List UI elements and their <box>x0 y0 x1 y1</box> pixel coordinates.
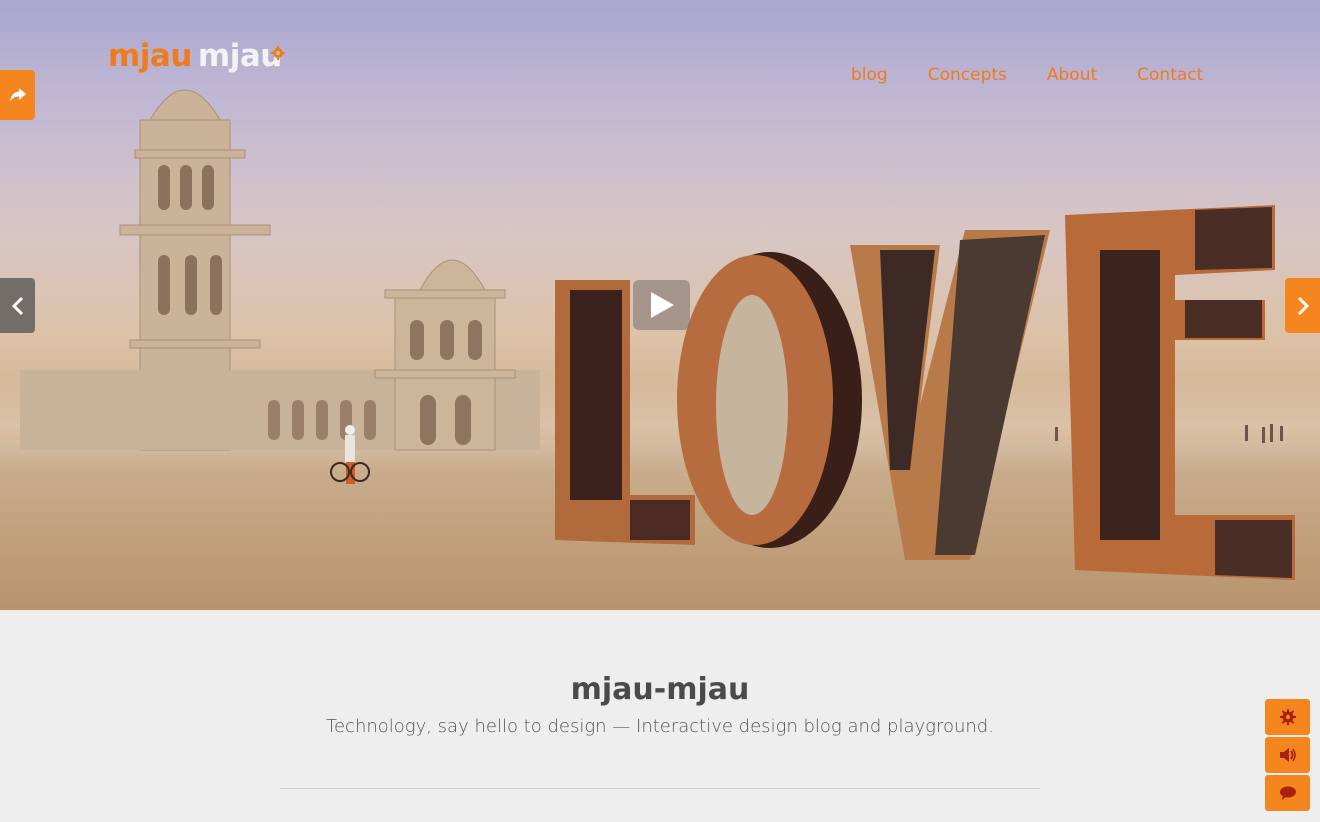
gear-icon <box>1279 709 1296 725</box>
chevron-left-icon <box>11 296 23 315</box>
logo-text-white: mjau <box>197 38 282 74</box>
nav-blog[interactable]: blog <box>851 65 888 85</box>
nav-about[interactable]: About <box>1047 65 1097 85</box>
site-logo[interactable]: mjau mjau <box>108 38 285 74</box>
sound-button[interactable] <box>1265 737 1310 773</box>
main-nav: blog Concepts About Contact <box>851 65 1243 85</box>
site-tagline: Technology, say hello to design — Intera… <box>326 716 994 737</box>
site-title: mjau-mjau <box>570 672 750 707</box>
settings-button[interactable] <box>1265 699 1310 735</box>
slider-prev-button[interactable] <box>0 278 35 333</box>
volume-icon <box>1279 748 1296 762</box>
chevron-right-icon <box>1297 296 1309 315</box>
play-button[interactable] <box>633 280 690 330</box>
hero-slider: mjau mjau blog Concepts About Contact <box>0 0 1320 610</box>
nav-concepts[interactable]: Concepts <box>928 65 1007 85</box>
logo-text-orange: mjau <box>108 38 192 74</box>
side-toolbar <box>1265 699 1310 813</box>
comment-icon <box>1279 786 1296 800</box>
share-icon <box>9 88 26 102</box>
divider <box>280 788 1040 789</box>
logo-gear-icon <box>271 46 285 60</box>
nav-contact[interactable]: Contact <box>1137 65 1203 85</box>
share-button[interactable] <box>0 70 35 120</box>
site-intro: mjau-mjau Technology, say hello to desig… <box>280 610 1040 822</box>
comment-button[interactable] <box>1265 775 1310 811</box>
slider-next-button[interactable] <box>1285 278 1320 333</box>
play-icon <box>650 292 674 318</box>
